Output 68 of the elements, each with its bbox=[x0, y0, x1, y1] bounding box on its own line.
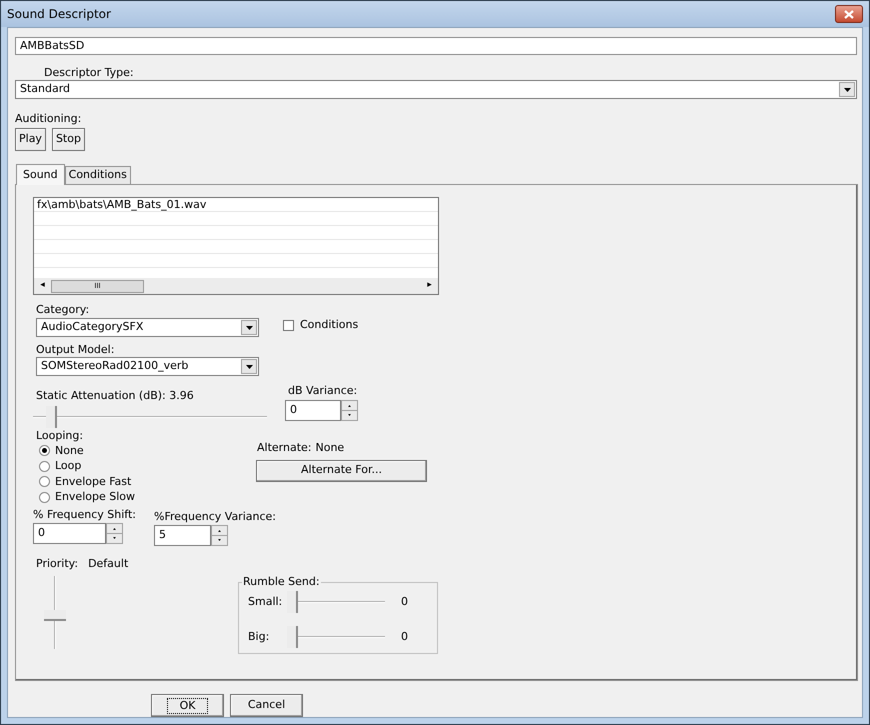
priority-label: Priority: bbox=[36, 556, 78, 572]
sound-file-item[interactable]: fx\amb\bats\AMB_Bats_01.wav bbox=[37, 198, 206, 211]
dropdown-arrow-icon bbox=[246, 326, 252, 330]
radio-button[interactable] bbox=[39, 460, 50, 472]
frequency-variance-label: %Frequency Variance: bbox=[154, 510, 276, 523]
slider-track[interactable] bbox=[287, 626, 385, 648]
alternate-for-button[interactable]: Alternate For... bbox=[256, 460, 427, 482]
output-model-dropdown[interactable]: SOMStereoRad02100_verb bbox=[36, 357, 259, 376]
radio-button[interactable] bbox=[39, 476, 50, 488]
dropdown-arrow-icon bbox=[844, 88, 850, 92]
descriptor-type-dropdown[interactable]: Standard bbox=[15, 80, 857, 99]
dropdown-button[interactable] bbox=[241, 359, 257, 374]
radio-button[interactable] bbox=[39, 492, 50, 503]
radio-button[interactable] bbox=[39, 445, 50, 456]
scroll-right-button[interactable]: ▸ bbox=[421, 279, 438, 293]
spin-buttons[interactable] bbox=[106, 523, 123, 544]
db-variance-label: dB Variance: bbox=[288, 384, 358, 397]
category-label: Category: bbox=[36, 303, 90, 316]
dialog-button[interactable]: OK bbox=[151, 694, 224, 717]
priority-slider-track[interactable] bbox=[44, 576, 66, 648]
radio-label: Envelope Fast bbox=[55, 474, 132, 490]
audition-button[interactable]: Stop bbox=[52, 128, 85, 151]
descriptor-type-label: Descriptor Type: bbox=[44, 66, 134, 79]
tab[interactable]: Conditions bbox=[64, 166, 131, 184]
priority-slider-thumb[interactable] bbox=[44, 610, 66, 621]
radio-label: None bbox=[55, 442, 84, 458]
close-button[interactable] bbox=[835, 5, 863, 23]
frequency-shift-field[interactable]: 0 bbox=[33, 523, 106, 544]
slider-track[interactable] bbox=[287, 591, 385, 613]
db-variance-field[interactable]: 0 bbox=[285, 400, 341, 421]
slider-track[interactable] bbox=[33, 406, 267, 428]
rumble-slider-label: Small: bbox=[248, 594, 284, 610]
static-attenuation-label: Static Attenuation (dB): 3.96 bbox=[36, 389, 195, 402]
dropdown-value: AudioCategorySFX bbox=[40, 319, 144, 336]
name-field[interactable]: AMBBatsSD bbox=[15, 37, 857, 55]
priority-value: Default bbox=[88, 556, 128, 572]
conditions-checkbox-label: Conditions bbox=[300, 317, 358, 333]
looping-label: Looping: bbox=[36, 429, 84, 442]
scroll-left-button[interactable]: ◂ bbox=[34, 279, 51, 293]
slider-thumb[interactable] bbox=[46, 406, 58, 428]
rumble-slider-label: Big: bbox=[248, 628, 270, 645]
slider-thumb[interactable] bbox=[287, 626, 298, 648]
dropdown-button[interactable] bbox=[241, 320, 257, 335]
dropdown-button[interactable] bbox=[839, 82, 855, 97]
output-model-label: Output Model: bbox=[36, 343, 116, 356]
conditions-checkbox[interactable] bbox=[283, 320, 294, 331]
slider-thumb[interactable] bbox=[287, 591, 298, 613]
rumble-slider-reading: 0 bbox=[401, 594, 408, 610]
dialog-button[interactable]: Cancel bbox=[230, 694, 303, 717]
alternate-value: None bbox=[316, 440, 344, 456]
close-icon bbox=[844, 10, 854, 18]
frequency-shift-label: % Frequency Shift: bbox=[33, 508, 137, 521]
dropdown-arrow-icon bbox=[246, 364, 252, 368]
rumble-send-title: Rumble Send: bbox=[242, 574, 321, 588]
radio-label: Envelope Slow bbox=[55, 489, 135, 505]
window-title: Sound Descriptor bbox=[7, 6, 111, 23]
rumble-slider-reading: 0 bbox=[401, 628, 408, 645]
dropdown-value: Standard bbox=[19, 81, 72, 98]
audition-button[interactable]: Play bbox=[15, 128, 46, 151]
auditioning-label: Auditioning: bbox=[15, 112, 82, 125]
radio-label: Loop bbox=[55, 458, 82, 474]
dropdown-value: SOMStereoRad02100_verb bbox=[40, 358, 190, 374]
alternate-label: Alternate: bbox=[257, 440, 312, 456]
tab[interactable]: Sound bbox=[16, 164, 65, 185]
category-dropdown[interactable]: AudioCategorySFX bbox=[36, 318, 259, 337]
spin-buttons[interactable] bbox=[341, 400, 358, 421]
frequency-variance-field[interactable]: 5 bbox=[154, 525, 211, 546]
spin-buttons[interactable] bbox=[211, 525, 228, 546]
